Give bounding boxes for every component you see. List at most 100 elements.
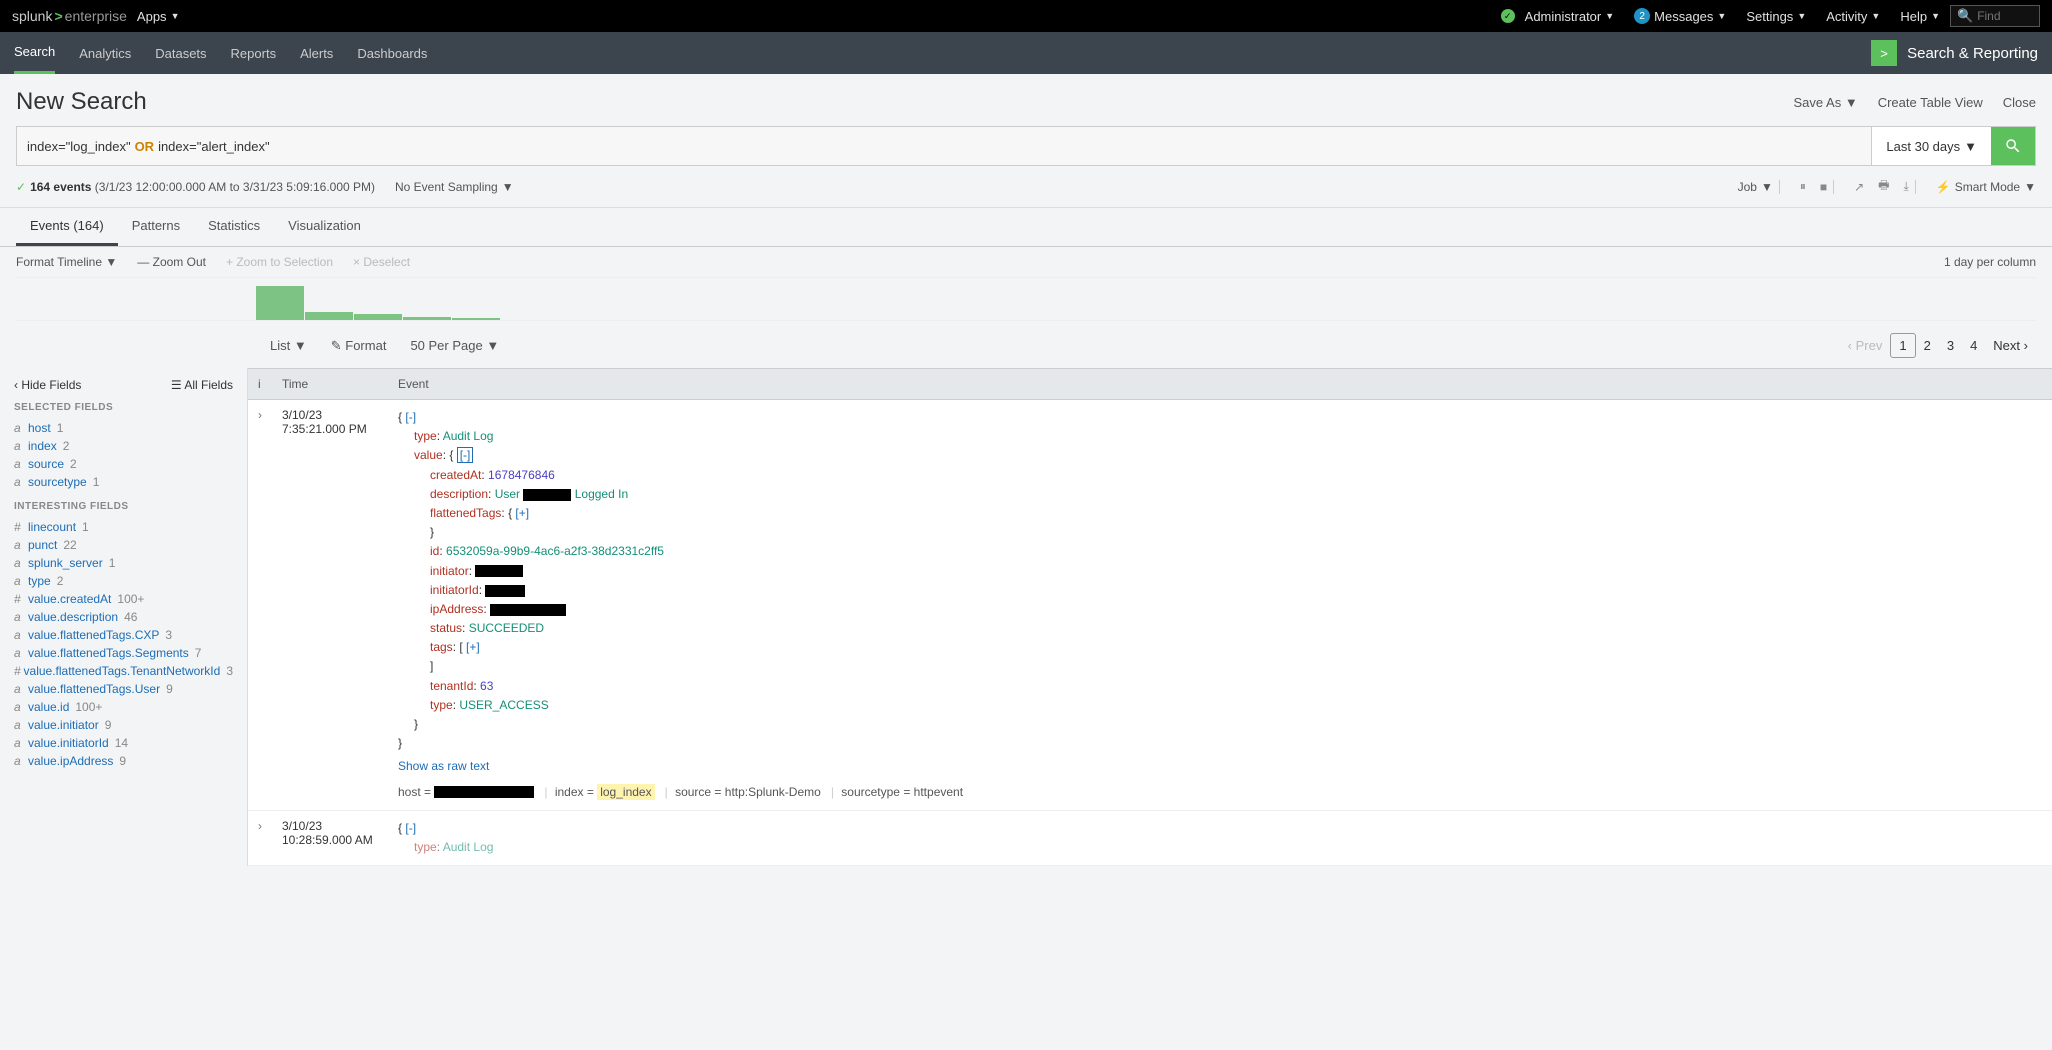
field-item[interactable]: asourcetype1 bbox=[14, 473, 233, 491]
run-search-button[interactable] bbox=[1991, 127, 2035, 165]
field-item[interactable]: avalue.id100+ bbox=[14, 698, 233, 716]
print-icon[interactable]: 🖶 bbox=[1878, 176, 1889, 197]
per-page[interactable]: 50 Per Page ▼ bbox=[410, 338, 499, 353]
expand-toggle[interactable]: [+] bbox=[515, 506, 529, 520]
nav-search[interactable]: Search bbox=[14, 32, 55, 74]
create-table-view-button[interactable]: Create Table View bbox=[1878, 95, 1983, 110]
user-menu[interactable]: Administrator▼ bbox=[1525, 9, 1615, 24]
meta-sourcetype[interactable]: sourcetype = httpevent bbox=[841, 785, 963, 799]
apps-menu[interactable]: Apps▼ bbox=[137, 9, 180, 24]
page-4[interactable]: 4 bbox=[1962, 334, 1985, 357]
page-2[interactable]: 2 bbox=[1916, 334, 1939, 357]
collapse-toggle[interactable]: [-] bbox=[405, 821, 416, 835]
topbar: splunk>enterprise Apps▼ ✓ Administrator▼… bbox=[0, 0, 2052, 32]
event-body: { [-] type: Audit Log bbox=[398, 819, 2042, 857]
next-page[interactable]: Next › bbox=[1985, 334, 2036, 357]
expand-row[interactable]: › bbox=[258, 819, 282, 857]
selected-fields-title: SELECTED FIELDS bbox=[14, 402, 233, 413]
field-item[interactable]: avalue.ipAddress9 bbox=[14, 752, 233, 770]
timeline-chart[interactable] bbox=[16, 277, 2036, 321]
find-input[interactable] bbox=[1977, 9, 2037, 23]
show-raw-text[interactable]: Show as raw text bbox=[398, 757, 489, 776]
event-time: 3/10/23 10:28:59.000 AM bbox=[282, 819, 398, 857]
nav-reports[interactable]: Reports bbox=[231, 32, 277, 74]
expand-toggle[interactable]: [+] bbox=[466, 640, 480, 654]
settings-menu[interactable]: Settings▼ bbox=[1746, 9, 1806, 24]
pencil-icon: ✎ bbox=[331, 338, 342, 353]
tab-events[interactable]: Events (164) bbox=[16, 208, 118, 246]
col-time[interactable]: Time bbox=[282, 377, 398, 391]
meta-source[interactable]: source = http:Splunk-Demo bbox=[675, 785, 821, 799]
event-row: › 3/10/23 7:35:21.000 PM { [-] type: Aud… bbox=[248, 400, 2052, 811]
events-table: i Time Event › 3/10/23 7:35:21.000 PM { … bbox=[248, 368, 2052, 866]
event-row: › 3/10/23 10:28:59.000 AM { [-] type: Au… bbox=[248, 811, 2052, 866]
field-item[interactable]: avalue.initiator9 bbox=[14, 716, 233, 734]
view-list[interactable]: List ▼ bbox=[270, 338, 307, 353]
event-meta: host = | index = log_index| source = htt… bbox=[398, 783, 2042, 802]
collapse-toggle[interactable]: [-] bbox=[457, 447, 474, 463]
field-item[interactable]: ahost1 bbox=[14, 419, 233, 437]
collapse-toggle[interactable]: [-] bbox=[405, 410, 416, 424]
event-count: 164 events bbox=[30, 180, 91, 194]
all-fields[interactable]: ☰ All Fields bbox=[171, 378, 233, 392]
field-item[interactable]: aindex2 bbox=[14, 437, 233, 455]
field-item[interactable]: asplunk_server1 bbox=[14, 554, 233, 572]
stop-icon[interactable]: ■ bbox=[1820, 180, 1827, 194]
job-menu[interactable]: Job ▼ bbox=[1738, 180, 1773, 194]
tab-statistics[interactable]: Statistics bbox=[194, 208, 274, 246]
search-icon bbox=[2004, 137, 2022, 155]
nav-alerts[interactable]: Alerts bbox=[300, 32, 333, 74]
activity-menu[interactable]: Activity▼ bbox=[1826, 9, 1880, 24]
tab-visualization[interactable]: Visualization bbox=[274, 208, 375, 246]
nav-datasets[interactable]: Datasets bbox=[155, 32, 206, 74]
nav-dashboards[interactable]: Dashboards bbox=[357, 32, 427, 74]
chevron-left-icon: ‹ bbox=[1848, 338, 1852, 353]
page-header: New Search Save As ▼ Create Table View C… bbox=[0, 74, 2052, 126]
close-button[interactable]: Close bbox=[2003, 95, 2036, 110]
health-status-icon[interactable]: ✓ bbox=[1501, 9, 1515, 23]
hide-fields[interactable]: ‹ Hide Fields bbox=[14, 378, 81, 392]
field-item[interactable]: #value.flattenedTags.TenantNetworkId3 bbox=[14, 662, 233, 680]
events-header: i Time Event bbox=[248, 368, 2052, 400]
zoom-to-selection: + Zoom to Selection bbox=[226, 255, 333, 269]
pause-icon[interactable]: ⏸ bbox=[1800, 179, 1806, 194]
global-find[interactable]: 🔍 bbox=[1950, 5, 2040, 27]
main-content: ‹ Hide Fields ☰ All Fields SELECTED FIEL… bbox=[0, 368, 2052, 866]
time-range-picker[interactable]: Last 30 days ▼ bbox=[1871, 127, 1991, 165]
tab-patterns[interactable]: Patterns bbox=[118, 208, 194, 246]
field-item[interactable]: apunct22 bbox=[14, 536, 233, 554]
expand-row[interactable]: › bbox=[258, 408, 282, 802]
time-range-text: (3/1/23 12:00:00.000 AM to 3/31/23 5:09:… bbox=[95, 180, 375, 194]
nav-analytics[interactable]: Analytics bbox=[79, 32, 131, 74]
field-item[interactable]: avalue.description46 bbox=[14, 608, 233, 626]
field-item[interactable]: avalue.flattenedTags.Segments7 bbox=[14, 644, 233, 662]
field-item[interactable]: atype2 bbox=[14, 572, 233, 590]
field-item[interactable]: asource2 bbox=[14, 455, 233, 473]
search-mode[interactable]: ⚡Smart Mode ▼ bbox=[1936, 180, 2036, 194]
page-3[interactable]: 3 bbox=[1939, 334, 1962, 357]
event-sampling[interactable]: No Event Sampling ▼ bbox=[395, 180, 514, 194]
timeline-controls: Format Timeline ▼ — Zoom Out + Zoom to S… bbox=[0, 247, 2052, 277]
messages-menu[interactable]: 2Messages▼ bbox=[1634, 8, 1726, 24]
field-item[interactable]: avalue.flattenedTags.CXP3 bbox=[14, 626, 233, 644]
view-format[interactable]: ✎ Format bbox=[331, 338, 387, 354]
search-input[interactable]: index="log_index"ORindex="alert_index" bbox=[17, 127, 1871, 165]
status-bar: ✓ 164 events (3/1/23 12:00:00.000 AM to … bbox=[0, 166, 2052, 208]
save-as-button[interactable]: Save As ▼ bbox=[1794, 95, 1858, 110]
app-navbar: Search Analytics Datasets Reports Alerts… bbox=[0, 32, 2052, 74]
zoom-out[interactable]: — Zoom Out bbox=[137, 255, 206, 269]
field-item[interactable]: #value.createdAt100+ bbox=[14, 590, 233, 608]
prev-page: ‹ Prev bbox=[1840, 334, 1891, 357]
field-item[interactable]: #linecount1 bbox=[14, 518, 233, 536]
result-tabs: Events (164) Patterns Statistics Visuali… bbox=[0, 208, 2052, 247]
share-icon[interactable]: ↗ bbox=[1854, 180, 1864, 194]
search-bar: index="log_index"ORindex="alert_index" L… bbox=[16, 126, 2036, 166]
download-icon[interactable]: ⤓ bbox=[1903, 179, 1908, 194]
meta-index[interactable]: index = log_index bbox=[555, 785, 655, 799]
page-1[interactable]: 1 bbox=[1890, 333, 1915, 358]
field-item[interactable]: avalue.flattenedTags.User9 bbox=[14, 680, 233, 698]
format-timeline[interactable]: Format Timeline ▼ bbox=[16, 255, 117, 269]
field-item[interactable]: avalue.initiatorId14 bbox=[14, 734, 233, 752]
meta-host[interactable]: host = bbox=[398, 785, 534, 799]
help-menu[interactable]: Help▼ bbox=[1900, 9, 1940, 24]
